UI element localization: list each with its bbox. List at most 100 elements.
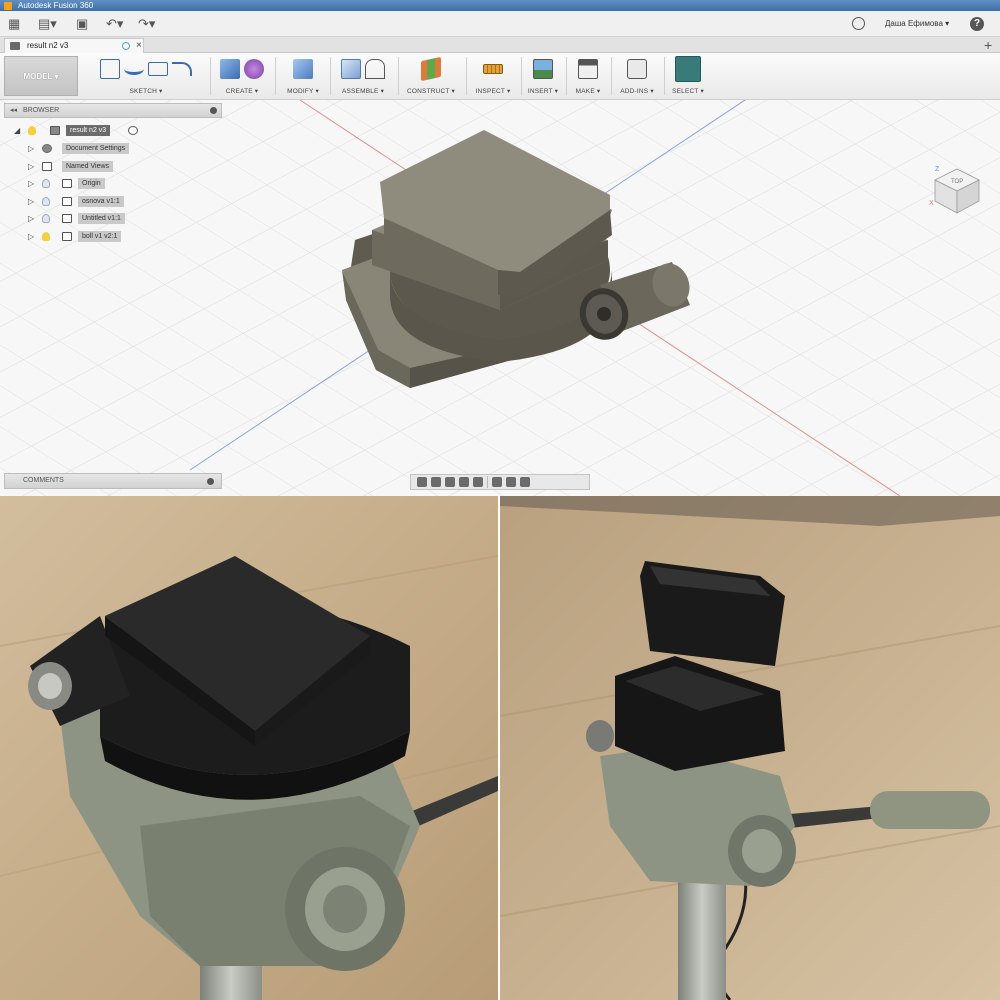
select-cursor-icon[interactable]	[675, 56, 701, 82]
expand-triangle-icon[interactable]: ◢	[14, 124, 20, 137]
browser-root-node[interactable]: ◢ result n2 v3	[14, 124, 214, 137]
browser-item[interactable]: ▷ Untitled v1:1	[28, 212, 218, 225]
rectangle-icon[interactable]	[148, 62, 168, 76]
toolbar-divider	[330, 57, 331, 95]
expand-triangle-icon[interactable]: ▷	[28, 142, 34, 155]
new-component-icon[interactable]	[341, 59, 361, 79]
pin-icon[interactable]	[210, 107, 217, 114]
fit-icon[interactable]	[473, 477, 483, 487]
ribbon-toolbar: MODEL ▾ SKETCH ▾ CREATE ▾ MODIFY ▾ ASSEM…	[0, 53, 1000, 100]
grid-icon[interactable]: ▦	[8, 16, 20, 32]
insert-menu[interactable]: INSERT ▾	[522, 87, 564, 95]
inspect-menu[interactable]: INSPECT ▾	[468, 87, 518, 95]
select-menu[interactable]: SELECT ▾	[664, 87, 712, 95]
fusion-app-icon	[4, 2, 12, 10]
3d-print-icon[interactable]	[578, 59, 598, 79]
assemble-menu[interactable]: ASSEMBLE ▾	[332, 87, 394, 95]
toolbar-divider	[487, 476, 488, 488]
make-menu[interactable]: MAKE ▾	[567, 87, 609, 95]
gear-icon	[42, 144, 52, 153]
addins-menu[interactable]: ADD-INS ▾	[612, 87, 662, 95]
document-tab[interactable]: result n2 v3 ×	[4, 38, 144, 53]
browser-item-label: Named Views	[62, 161, 114, 172]
visibility-bulb-icon[interactable]	[42, 197, 50, 206]
component-icon	[62, 214, 72, 223]
new-tab-icon[interactable]: +	[984, 37, 992, 53]
expand-triangle-icon[interactable]: ▷	[28, 230, 34, 243]
browser-item[interactable]: ▷ Named Views	[28, 160, 218, 173]
form-icon[interactable]	[244, 59, 264, 79]
expand-triangle-icon[interactable]: ▷	[28, 195, 34, 208]
title-bar: Autodesk Fusion 360	[0, 0, 1000, 11]
inspect-group[interactable]: INSPECT ▾	[468, 55, 518, 98]
insert-group[interactable]: INSERT ▾	[522, 55, 564, 98]
fusion-window: TOP X Z Autodesk Fusion 360 ▦ ▤▾ ▣ ↶▾ ↷▾…	[0, 0, 1000, 496]
modify-group[interactable]: MODIFY ▾	[278, 55, 328, 98]
look-at-icon[interactable]	[431, 477, 441, 487]
sketch-group[interactable]: SKETCH ▾	[86, 55, 206, 98]
visibility-bulb-icon[interactable]	[28, 126, 36, 135]
construct-menu[interactable]: CONSTRUCT ▾	[400, 87, 462, 95]
component-icon	[50, 126, 60, 135]
pan-icon[interactable]	[445, 477, 455, 487]
create-sketch-icon[interactable]	[100, 59, 120, 79]
toolbar-divider	[398, 57, 399, 95]
insert-image-icon[interactable]	[533, 59, 553, 79]
sketch-menu[interactable]: SKETCH ▾	[86, 87, 206, 95]
browser-item[interactable]: ▷ boll v1 v2:1	[28, 230, 218, 243]
browser-item[interactable]: ▷ Document Settings	[28, 142, 218, 155]
pin-icon[interactable]	[207, 478, 214, 485]
workspace-switcher[interactable]: MODEL ▾	[4, 56, 78, 96]
save-icon[interactable]: ▣	[76, 16, 88, 32]
photo-illustration	[500, 496, 1000, 1000]
display-settings-icon[interactable]	[492, 477, 502, 487]
press-pull-icon[interactable]	[293, 59, 313, 79]
redo-icon[interactable]: ↷▾	[138, 16, 155, 32]
addins-group[interactable]: ADD-INS ▾	[612, 55, 662, 98]
browser-item[interactable]: ▷ osnova v1:1	[28, 195, 218, 208]
browser-item[interactable]: ▷ Origin	[28, 177, 218, 190]
photo-printed-mount-open	[500, 496, 1000, 1000]
toolbar-divider	[466, 57, 467, 95]
construct-group[interactable]: CONSTRUCT ▾	[400, 55, 462, 98]
folder-icon	[62, 179, 72, 188]
joint-icon[interactable]	[365, 59, 385, 79]
expand-triangle-icon[interactable]: ▷	[28, 212, 34, 225]
visibility-bulb-icon[interactable]	[42, 232, 50, 241]
create-menu[interactable]: CREATE ▾	[212, 87, 272, 95]
visibility-bulb-icon[interactable]	[42, 179, 50, 188]
spline-icon[interactable]	[172, 62, 192, 76]
scripts-addins-icon[interactable]	[627, 59, 647, 79]
expand-triangle-icon[interactable]: ▷	[28, 160, 34, 173]
collapse-browser-icon[interactable]: ◂◂	[10, 104, 17, 117]
activate-radio-icon[interactable]	[128, 126, 138, 135]
create-group[interactable]: CREATE ▾	[212, 55, 272, 98]
svg-text:Z: Z	[935, 166, 940, 173]
make-group[interactable]: MAKE ▾	[567, 55, 609, 98]
assemble-group[interactable]: ASSEMBLE ▾	[332, 55, 394, 98]
modify-menu[interactable]: MODIFY ▾	[278, 87, 328, 95]
quick-access-toolbar: ▦ ▤▾ ▣ ↶▾ ↷▾ Даша Ефимова ▾ ?	[0, 11, 1000, 37]
zoom-icon[interactable]	[459, 477, 469, 487]
line-icon[interactable]	[124, 63, 144, 75]
toolbar-divider	[210, 57, 211, 95]
browser-panel-header[interactable]: ◂◂ BROWSER	[4, 103, 222, 118]
visibility-bulb-icon[interactable]	[42, 214, 50, 223]
comments-panel[interactable]: COMMENTS	[4, 473, 222, 489]
select-group[interactable]: SELECT ▾	[664, 55, 712, 98]
help-icon[interactable]: ?	[970, 17, 984, 31]
expand-triangle-icon[interactable]: ▷	[28, 177, 34, 190]
user-menu[interactable]: Даша Ефимова ▾	[885, 11, 949, 37]
job-status-clock-icon[interactable]	[852, 17, 865, 30]
undo-icon[interactable]: ↶▾	[106, 16, 123, 32]
measure-icon[interactable]	[483, 64, 503, 74]
close-tab-icon[interactable]: ×	[136, 39, 142, 53]
file-icon[interactable]: ▤▾	[38, 16, 57, 32]
extrude-icon[interactable]	[220, 59, 240, 79]
orbit-icon[interactable]	[417, 477, 427, 487]
viewports-icon[interactable]	[520, 477, 530, 487]
offset-plane-icon[interactable]	[421, 56, 441, 82]
navigation-bar	[410, 474, 590, 490]
document-tab-bar: result n2 v3 × +	[0, 37, 1000, 53]
grid-settings-icon[interactable]	[506, 477, 516, 487]
